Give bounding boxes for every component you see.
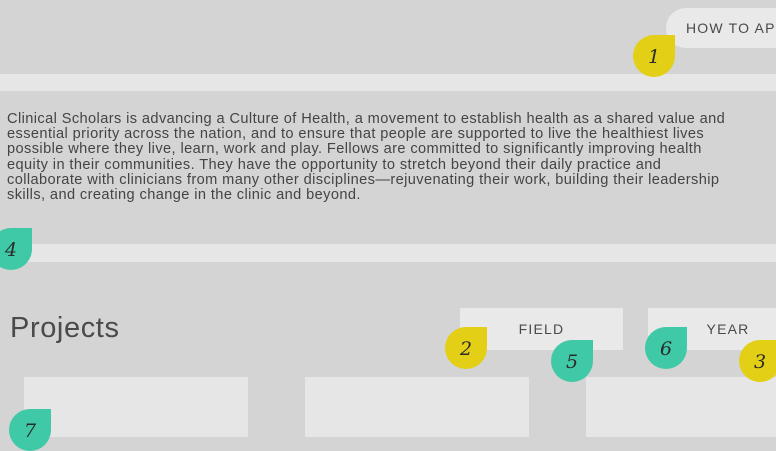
annotation-marker-1: 1 — [633, 35, 675, 77]
how-to-apply-button[interactable]: HOW TO APPLY — [666, 8, 776, 48]
intro-paragraph: Clinical Scholars is advancing a Culture… — [7, 111, 726, 204]
annotation-marker-3: 3 — [739, 340, 776, 382]
marker-number: 7 — [23, 420, 37, 442]
intro-divider-band — [0, 244, 776, 262]
marker-number: 6 — [659, 338, 673, 360]
marker-number: 3 — [753, 351, 767, 373]
marker-number: 2 — [459, 338, 473, 360]
project-card[interactable] — [24, 377, 248, 437]
header-divider-band — [0, 74, 776, 91]
project-card[interactable] — [586, 377, 776, 437]
annotation-marker-5: 5 — [551, 340, 593, 382]
annotation-marker-6: 6 — [645, 327, 687, 369]
annotation-marker-4: 4 — [0, 228, 32, 270]
projects-heading: Projects — [10, 312, 120, 344]
marker-number: 4 — [4, 239, 18, 261]
project-card[interactable] — [305, 377, 529, 437]
annotation-marker-2: 2 — [445, 327, 487, 369]
marker-number: 5 — [565, 351, 579, 373]
marker-number: 1 — [647, 46, 661, 68]
annotation-marker-7: 7 — [9, 409, 51, 451]
